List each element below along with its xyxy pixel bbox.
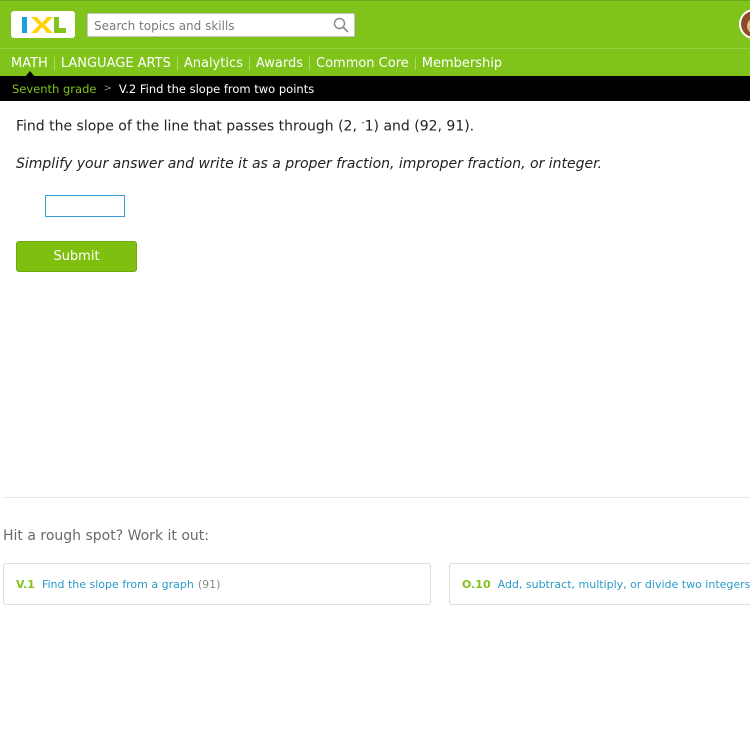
instruction-text: Simplify your answer and write it as a p… xyxy=(16,156,603,172)
breadcrumb-grade-link[interactable]: Seventh grade xyxy=(12,82,96,96)
section-divider xyxy=(3,497,750,498)
main-nav: MATH LANGUAGE ARTS Analytics Awards Comm… xyxy=(0,51,508,75)
nav-item-common-core[interactable]: Common Core xyxy=(310,56,415,71)
nav-item-analytics[interactable]: Analytics xyxy=(178,56,249,71)
search-icon[interactable] xyxy=(333,17,349,33)
skill-card-o10[interactable]: O.10 Add, subtract, multiply, or divide … xyxy=(449,563,750,605)
submit-button[interactable]: Submit xyxy=(16,241,137,272)
nav-item-awards[interactable]: Awards xyxy=(250,56,309,71)
nav-item-membership[interactable]: Membership xyxy=(416,56,508,71)
skill-name-link[interactable]: Find the slope from a graph xyxy=(42,578,194,591)
question-prefix: Find the slope of the line that passes t… xyxy=(16,118,362,135)
breadcrumb-current-skill: V.2 Find the slope from two points xyxy=(118,81,315,96)
breadcrumb-separator-icon: > xyxy=(103,83,112,94)
top-header: MATH LANGUAGE ARTS Analytics Awards Comm… xyxy=(0,0,750,77)
nav-item-language-arts[interactable]: LANGUAGE ARTS xyxy=(55,56,177,71)
nav-divider xyxy=(0,48,750,49)
avatar[interactable] xyxy=(739,9,750,39)
skill-name-link[interactable]: Add, subtract, multiply, or divide two i… xyxy=(498,578,750,591)
rough-spot-heading: Hit a rough spot? Work it out: xyxy=(3,528,209,544)
search-box xyxy=(87,13,355,37)
skill-code: O.10 xyxy=(462,577,491,591)
skill-code: V.1 xyxy=(16,577,35,591)
breadcrumb: Seventh grade > V.2 Find the slope from … xyxy=(0,76,750,101)
question-suffix: 1) and (92, 91). xyxy=(364,118,475,135)
question-text: Find the slope of the line that passes t… xyxy=(16,118,474,135)
nav-item-math[interactable]: MATH xyxy=(0,56,54,71)
ixl-logo-icon xyxy=(22,16,66,33)
ixl-logo[interactable] xyxy=(11,11,75,38)
answer-input[interactable] xyxy=(45,195,125,217)
skill-card-v1[interactable]: V.1 Find the slope from a graph (91) xyxy=(3,563,431,605)
skill-count: (91) xyxy=(197,577,221,591)
search-input[interactable] xyxy=(94,17,329,34)
